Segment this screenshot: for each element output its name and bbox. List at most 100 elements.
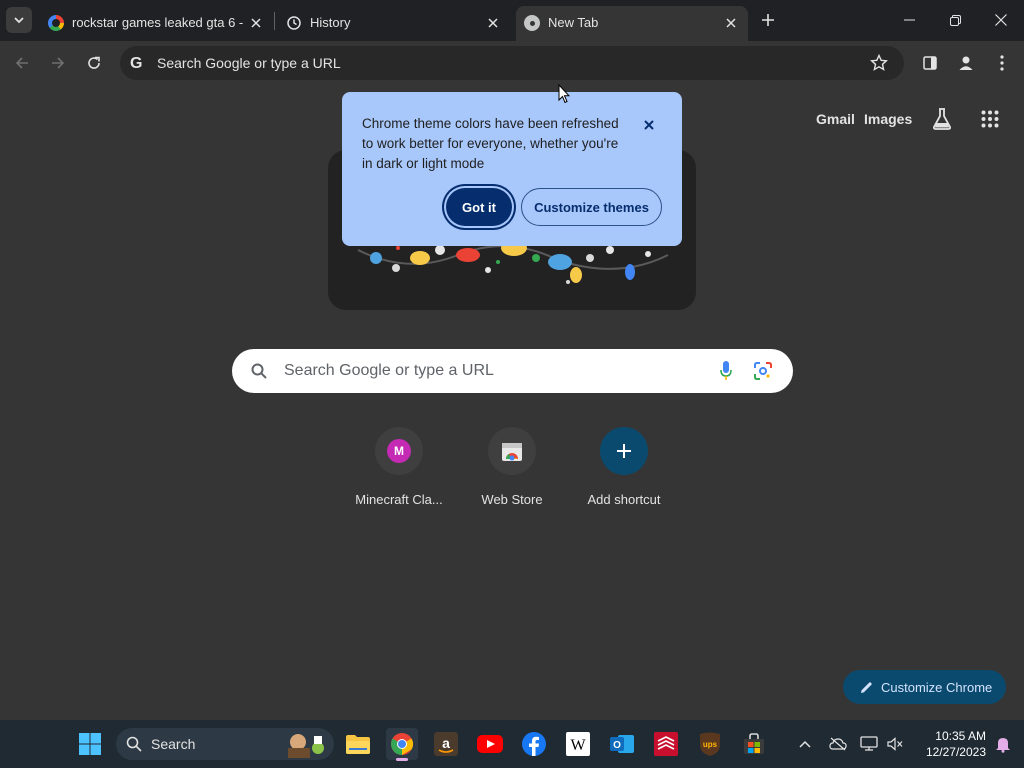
profile-button[interactable] [952,49,980,77]
plus-icon [617,444,631,458]
plus-icon [762,14,774,26]
file-explorer-icon [346,735,370,754]
ntp-search-box[interactable]: Search Google or type a URL [232,349,793,393]
customize-chrome-button[interactable]: Customize Chrome [843,670,1006,704]
network-icon [860,736,878,751]
start-button[interactable] [74,728,106,760]
shortcut-icon-container: M [375,427,423,475]
close-icon[interactable] [723,15,739,31]
pencil-icon [860,681,873,694]
bank-of-america-button[interactable] [650,728,682,760]
wikipedia-button[interactable]: W [562,728,594,760]
outlook-button[interactable]: O [606,728,638,760]
customize-themes-button[interactable]: Customize themes [521,188,662,226]
ups-button[interactable]: ups [694,728,726,760]
chrome-taskbar-button[interactable] [386,728,418,761]
taskbar-search-label: Search [151,736,196,752]
reload-button[interactable] [80,49,108,77]
bank-of-america-icon [654,732,678,756]
omnibox-placeholder: Search Google or type a URL [157,55,341,71]
labs-flask-icon[interactable] [931,107,953,131]
new-tab-button[interactable] [752,0,784,40]
shortcut-label: Web Store [481,492,543,507]
toolbar: G Search Google or type a URL [0,41,1024,86]
svg-text:O: O [613,740,621,751]
minimize-icon [903,19,915,21]
search-highlight-icon [284,730,328,758]
bookmark-star-icon[interactable] [870,54,888,72]
search-placeholder: Search Google or type a URL [284,362,494,379]
active-indicator [396,758,408,761]
restore-icon [949,14,961,26]
shortcut-initial-badge: M [387,439,411,463]
chevron-down-icon [14,17,24,24]
clock-time: 10:35 AM [935,729,986,743]
tab-search-button[interactable] [6,7,32,33]
popup-message: Chrome theme colors have been refreshed … [362,116,619,171]
close-icon [644,120,654,130]
close-icon[interactable] [485,15,501,31]
tab-rockstar[interactable]: rockstar games leaked gta 6 - G [40,6,272,41]
amazon-button[interactable]: a [430,728,462,760]
close-icon[interactable] [248,15,264,31]
add-shortcut-tile[interactable]: Add shortcut [568,427,680,517]
images-link[interactable]: Images [864,111,912,127]
youtube-icon [477,735,503,753]
tab-history[interactable]: History [278,6,510,41]
search-icon [251,363,267,379]
side-panel-button[interactable] [916,49,944,77]
chevron-up-icon [799,740,811,748]
microsoft-store-icon [744,733,764,754]
windows-taskbar: Search a W O ups 10:35 AM 12/27/2023 [0,720,1024,768]
mouse-cursor-icon [558,84,570,104]
got-it-button[interactable]: Got it [446,188,512,226]
minimize-button[interactable] [886,0,932,40]
tab-title: History [310,15,351,30]
close-window-button[interactable] [978,0,1024,40]
web-store-icon [502,443,522,461]
google-icon [48,15,64,31]
chrome-icon [391,733,413,755]
facebook-icon [522,732,546,756]
notifications-button[interactable] [988,728,1018,760]
omnibox[interactable]: G Search Google or type a URL [120,46,904,80]
arrow-right-icon [52,57,65,69]
youtube-button[interactable] [474,728,506,760]
google-lens-icon[interactable] [754,362,772,380]
profile-icon [959,56,973,70]
menu-button[interactable] [988,49,1016,77]
amazon-icon: a [434,732,458,756]
shortcut-label: Add shortcut [587,492,661,507]
shortcut-tile[interactable]: Web Store [456,427,568,517]
arrow-left-icon [15,57,28,69]
facebook-button[interactable] [518,728,550,760]
show-hidden-icons-button[interactable] [790,728,820,760]
restore-button[interactable] [932,0,978,40]
shortcut-label: Minecraft Cla... [355,492,443,507]
reload-icon [88,56,100,69]
back-button[interactable] [8,49,36,77]
apps-grid-icon[interactable] [981,110,999,128]
microphone-icon[interactable] [720,361,732,381]
gmail-link[interactable]: Gmail [816,111,855,127]
theme-refresh-popup: Chrome theme colors have been refreshed … [342,92,682,246]
file-explorer-button[interactable] [342,728,374,760]
onedrive-button[interactable] [823,728,853,760]
clock[interactable]: 10:35 AM 12/27/2023 [914,728,986,760]
microsoft-store-button[interactable] [738,728,770,760]
clock-date: 12/27/2023 [925,745,986,759]
onedrive-offline-icon [829,737,847,751]
tab-strip: rockstar games leaked gta 6 - G History … [0,0,1024,41]
bell-icon [996,738,1010,753]
tab-title: New Tab [548,15,599,30]
taskbar-search[interactable]: Search [116,728,334,760]
wikipedia-icon: W [566,732,590,756]
forward-button[interactable] [44,49,72,77]
popup-close-button[interactable] [639,115,659,135]
volume-button[interactable] [880,728,910,760]
google-g-icon: G [130,55,143,72]
tab-new-tab[interactable]: New Tab [516,6,748,41]
shortcut-tile[interactable]: M Minecraft Cla... [343,427,455,517]
speaker-muted-icon [887,737,903,751]
side-panel-icon [923,56,937,70]
